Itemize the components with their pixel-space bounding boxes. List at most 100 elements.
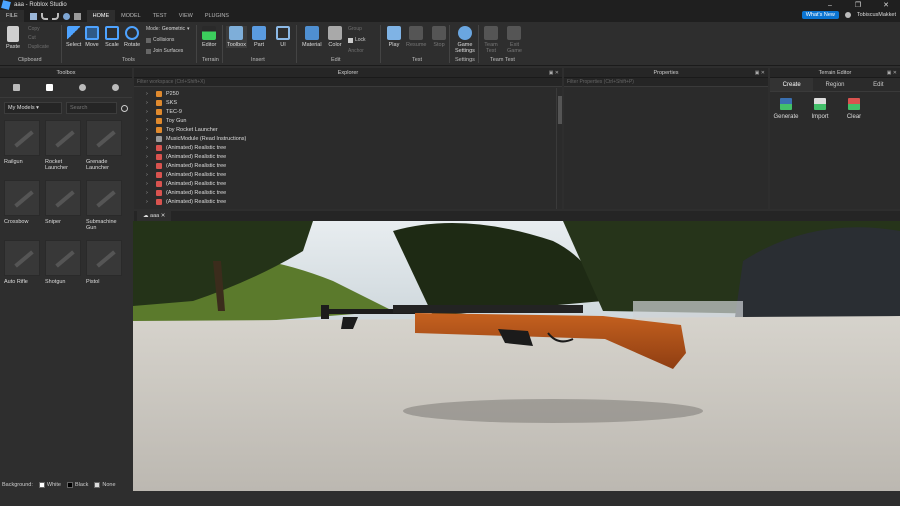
explorer-row[interactable]: › (Animated) Realistic tree — [134, 170, 562, 179]
close-icon[interactable]: ✕ — [872, 0, 900, 10]
group-button[interactable]: Group — [348, 26, 362, 32]
recent-icon[interactable] — [79, 84, 86, 91]
scale-button[interactable]: Scale — [105, 26, 119, 48]
explorer-row[interactable]: › Toy Gun — [134, 116, 562, 125]
toolbox-item[interactable]: Rocket Launcher — [45, 120, 83, 178]
toolbox-item[interactable]: Auto Rifle — [4, 240, 42, 298]
panel-controls[interactable]: ▣ ✕ — [549, 70, 559, 76]
minimize-icon[interactable]: – — [816, 0, 844, 10]
paste-button[interactable]: Paste — [6, 26, 20, 50]
tab-create[interactable]: Create — [770, 78, 814, 91]
duplicate-button[interactable]: Duplicate — [28, 44, 49, 50]
part-button[interactable]: Part — [252, 26, 266, 48]
toolbox-item[interactable]: Railgun — [4, 120, 42, 178]
explorer-row[interactable]: › MusicModule (Read Instructions) — [134, 134, 562, 143]
expand-arrow-icon[interactable]: › — [146, 127, 152, 133]
3d-viewport[interactable] — [133, 221, 900, 491]
clear-button[interactable]: Clear — [842, 98, 866, 120]
resume-button[interactable]: Resume — [406, 26, 426, 48]
explorer-row[interactable]: › (Animated) Realistic tree — [134, 188, 562, 197]
expand-arrow-icon[interactable]: › — [146, 145, 152, 151]
tab-region[interactable]: Region — [813, 78, 856, 91]
explorer-row[interactable]: › SKS — [134, 98, 562, 107]
terrain-editor-button[interactable]: Editor — [202, 26, 216, 48]
share-icon[interactable] — [844, 12, 851, 18]
explorer-row[interactable]: › (Animated) Realistic tree — [134, 161, 562, 170]
toolbox-item[interactable]: Shotgun — [45, 240, 83, 298]
explorer-scrollbar[interactable] — [556, 88, 562, 209]
marketplace-icon[interactable] — [13, 84, 20, 91]
explorer-filter-input[interactable]: Filter workspace (Ctrl+Shift+X) — [134, 78, 562, 87]
toolbox-item[interactable]: Grenade Launcher — [86, 120, 124, 178]
game-settings-button[interactable]: Game Settings — [455, 26, 475, 54]
expand-arrow-icon[interactable]: › — [146, 118, 152, 124]
document-tab[interactable]: ☁ aaa ✕ — [137, 211, 172, 221]
search-icon[interactable] — [121, 104, 128, 112]
toolbox-button[interactable]: Toolbox — [226, 26, 247, 48]
redo-icon[interactable] — [51, 12, 59, 20]
file-menu[interactable]: FILE — [0, 10, 24, 22]
mode-dropdown[interactable]: Mode: Geometric ▾ — [146, 26, 189, 32]
color-button[interactable]: Color — [328, 26, 342, 48]
join-surfaces-toggle[interactable]: Join Surfaces — [146, 48, 183, 54]
expand-arrow-icon[interactable]: › — [146, 199, 152, 205]
expand-arrow-icon[interactable]: › — [146, 190, 152, 196]
tab-view[interactable]: VIEW — [173, 10, 199, 22]
move-button[interactable]: Move — [85, 26, 99, 48]
explorer-row[interactable]: › (Animated) Realistic tree — [134, 179, 562, 188]
exit-game-button[interactable]: Exit Game — [507, 26, 522, 54]
user-name[interactable]: TobiscusMakket — [857, 12, 896, 18]
toolbox-item[interactable]: Pistol — [86, 240, 124, 298]
screenshot-icon[interactable] — [73, 12, 81, 20]
inventory-icon[interactable] — [46, 84, 53, 91]
save-icon[interactable] — [29, 12, 37, 20]
creations-icon[interactable] — [112, 84, 119, 91]
import-button[interactable]: Import — [808, 98, 832, 120]
expand-arrow-icon[interactable]: › — [146, 136, 152, 142]
team-test-button[interactable]: Team Test — [484, 26, 498, 54]
tab-home[interactable]: HOME — [86, 10, 116, 22]
lock-button[interactable]: Lock — [348, 37, 366, 43]
maximize-icon[interactable]: ❐ — [844, 0, 872, 10]
generate-button[interactable]: Generate — [773, 98, 799, 120]
play-button[interactable]: Play — [387, 26, 401, 48]
rotate-button[interactable]: Rotate — [124, 26, 140, 48]
category-dropdown[interactable]: My Models ▾ — [4, 102, 62, 114]
bg-none-option[interactable]: None — [94, 482, 116, 488]
toolbox-item[interactable]: Crossbow — [4, 180, 42, 238]
collisions-toggle[interactable]: Collisions — [146, 37, 174, 43]
tab-test[interactable]: TEST — [147, 10, 173, 22]
undo-icon[interactable] — [40, 12, 48, 20]
bg-white-option[interactable]: White — [38, 482, 61, 488]
panel-controls[interactable]: ▣ ✕ — [887, 70, 897, 76]
explorer-row[interactable]: › P250 — [134, 89, 562, 98]
expand-arrow-icon[interactable]: › — [146, 109, 152, 115]
expand-arrow-icon[interactable]: › — [146, 100, 152, 106]
properties-filter-input[interactable]: Filter Properties (Ctrl+Shift+P) — [564, 78, 768, 87]
expand-arrow-icon[interactable]: › — [146, 91, 152, 97]
explorer-row[interactable]: › (Animated) Realistic tree — [134, 152, 562, 161]
publish-icon[interactable] — [62, 12, 70, 20]
copy-button[interactable]: Copy — [28, 26, 40, 32]
explorer-row[interactable]: › (Animated) Realistic tree — [134, 197, 562, 206]
panel-controls[interactable]: ▣ ✕ — [755, 70, 765, 76]
toolbox-item[interactable]: Submachine Gun — [86, 180, 124, 238]
expand-arrow-icon[interactable]: › — [146, 172, 152, 178]
expand-arrow-icon[interactable]: › — [146, 163, 152, 169]
bg-black-option[interactable]: Black — [66, 482, 88, 488]
select-button[interactable]: Select — [66, 26, 81, 48]
explorer-row[interactable]: › TEC-9 — [134, 107, 562, 116]
expand-arrow-icon[interactable]: › — [146, 181, 152, 187]
stop-button[interactable]: Stop — [432, 26, 446, 48]
material-button[interactable]: Material — [302, 26, 322, 48]
expand-arrow-icon[interactable]: › — [146, 154, 152, 160]
tab-model[interactable]: MODEL — [115, 10, 147, 22]
tab-edit[interactable]: Edit — [857, 78, 900, 91]
tab-plugins[interactable]: PLUGINS — [199, 10, 235, 22]
anchor-button[interactable]: Anchor — [348, 48, 364, 54]
ui-button[interactable]: UI — [276, 26, 290, 48]
toolbox-item[interactable]: Sniper — [45, 180, 83, 238]
toolbox-search-input[interactable]: Search — [66, 102, 117, 114]
whats-new-button[interactable]: What's New — [801, 11, 839, 19]
explorer-row[interactable]: › Toy Rocket Launcher — [134, 125, 562, 134]
